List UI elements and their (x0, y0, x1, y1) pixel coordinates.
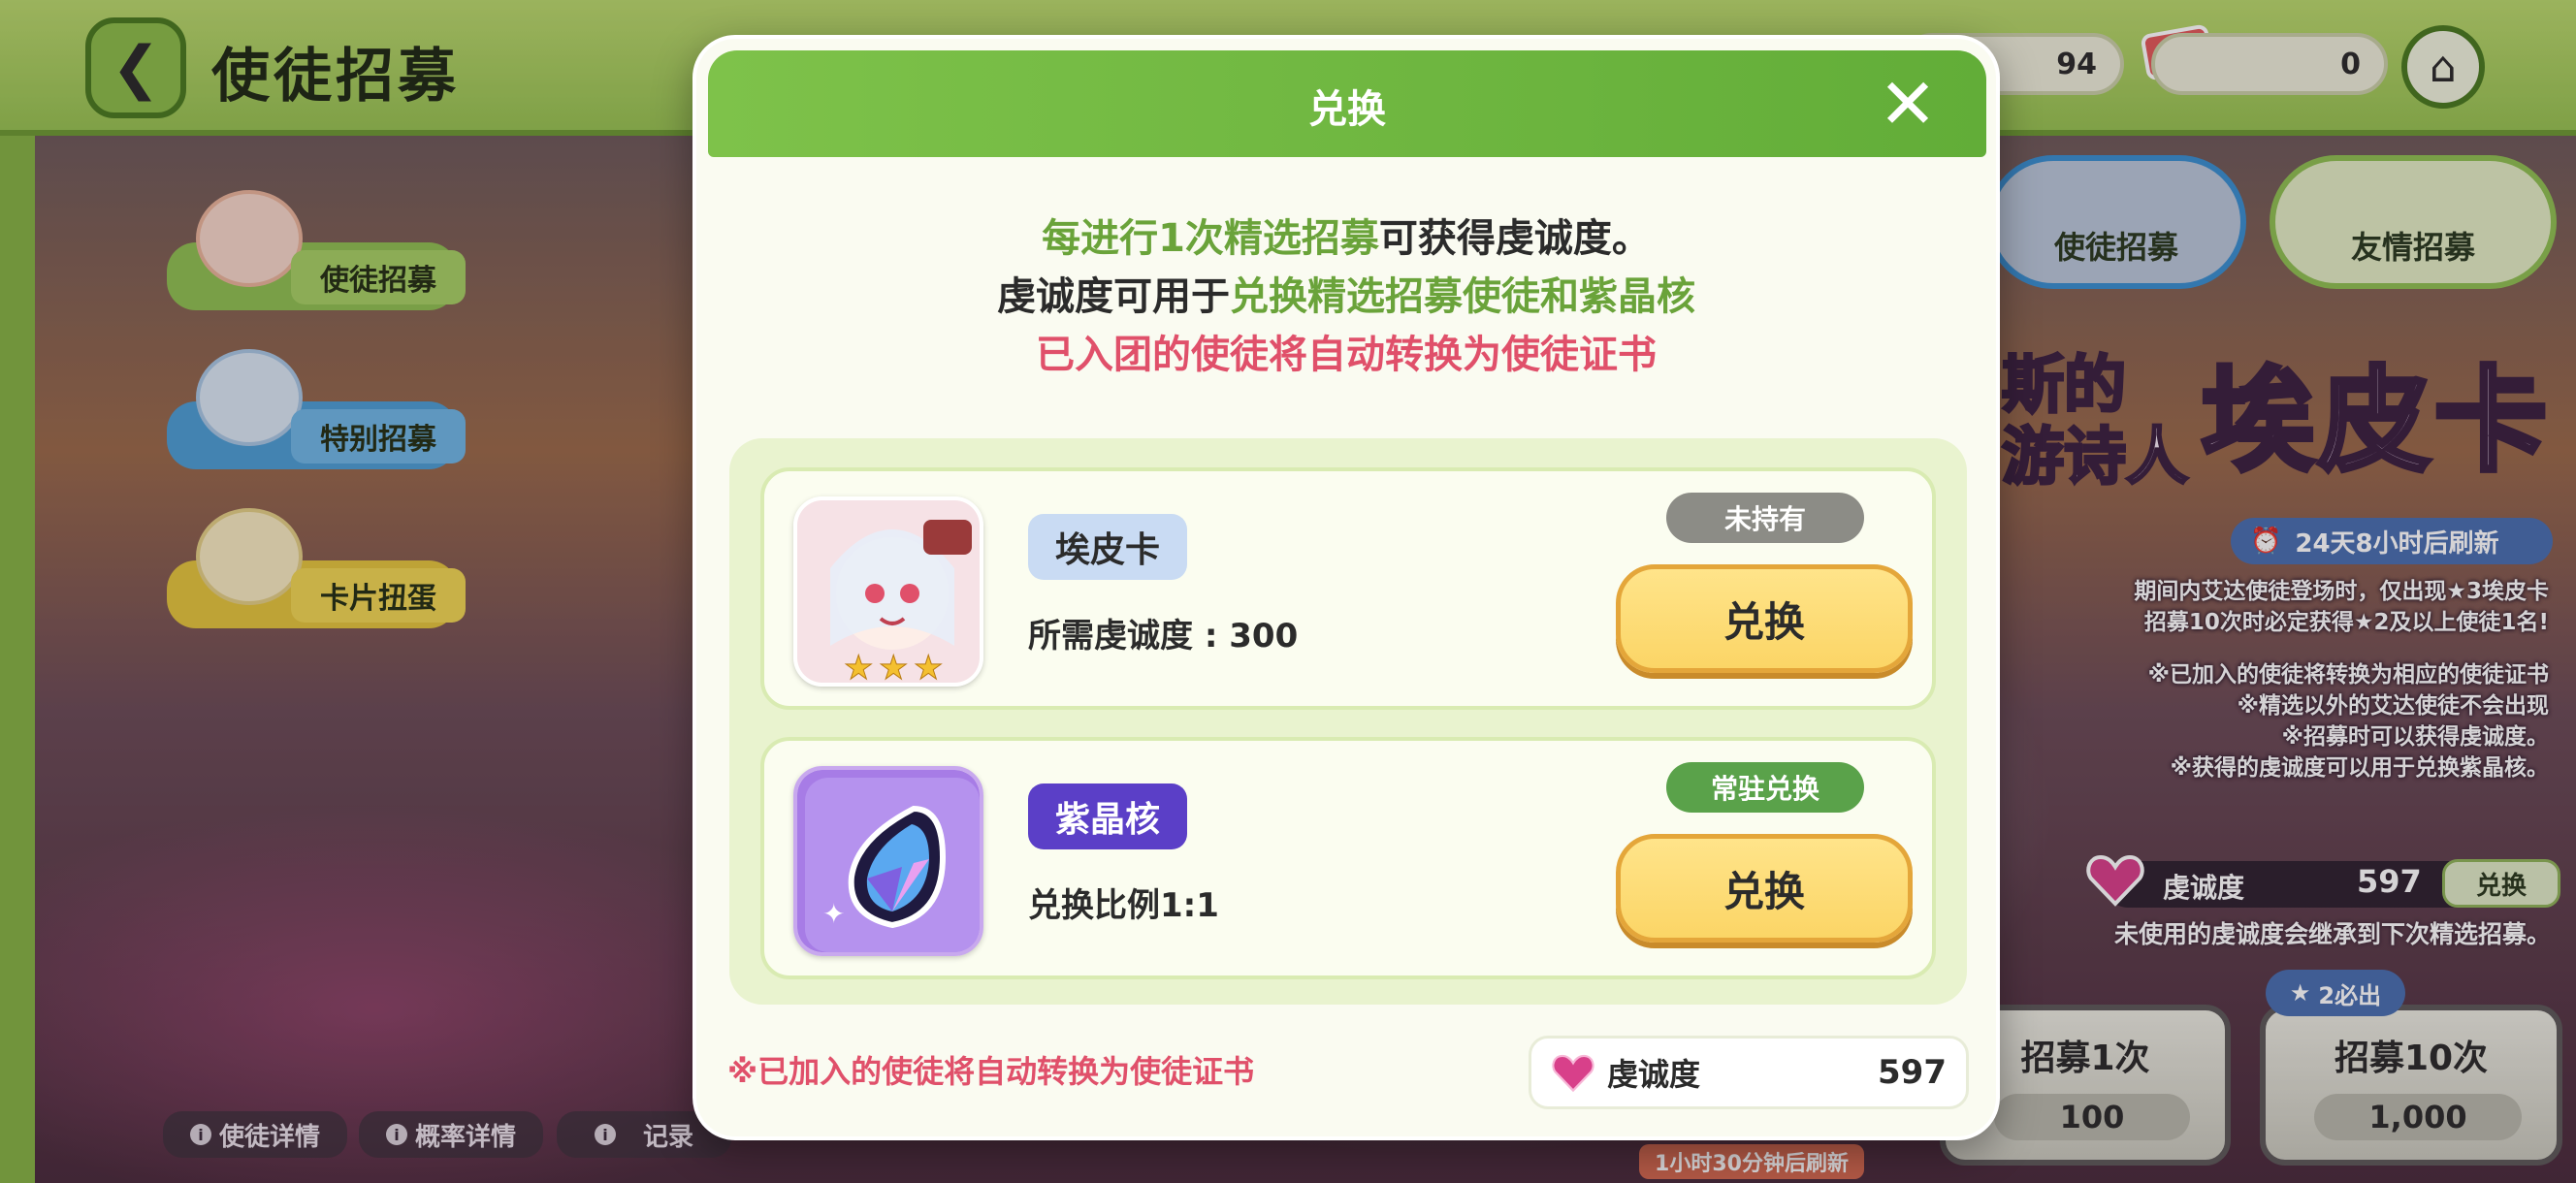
conversion-note: ※已加入的使徒将自动转换为使徒证书 (727, 1053, 1255, 1090)
svg-text:✦: ✦ (822, 898, 845, 930)
exchange-modal: 兑换 ✕ 每进行1次精选招募可获得虔诚度。 虔诚度可用于兑换精选招募使徒和紫晶核… (692, 35, 2000, 1140)
close-icon: ✕ (1878, 63, 1938, 144)
exchange-button[interactable]: 兑换 (1616, 564, 1913, 673)
close-button[interactable]: ✕ (1876, 63, 1940, 144)
exchange-button[interactable]: 兑换 (1616, 834, 1913, 943)
exchange-item-amethyst-core: ✦ 紫晶核 兑换比例1:1 常驻兑换 兑换 (760, 737, 1936, 979)
amethyst-core-icon: ✦ (793, 766, 983, 956)
exchange-description: 每进行1次精选招募可获得虔诚度。 虔诚度可用于兑换精选招募使徒和紫晶核 已入团的… (997, 216, 1695, 377)
item-name: 紫晶核 (1028, 783, 1188, 849)
status-badge: 常驻兑换 (1666, 762, 1864, 813)
svg-text:★: ★ (914, 649, 943, 687)
heart-gem-icon (1552, 1054, 1594, 1093)
svg-text:★: ★ (879, 649, 908, 687)
item-ratio: 兑换比例1:1 (1028, 886, 1219, 925)
status-badge: 未持有 (1666, 493, 1864, 543)
character-portrait: ★ ★ ★ (793, 496, 983, 687)
modal-header: 兑换 ✕ (708, 50, 1986, 157)
devotion-label: 虔诚度 (1607, 1056, 1701, 1093)
svg-text:★: ★ (844, 649, 873, 687)
item-requirement: 所需虔诚度 : 300 (1028, 617, 1299, 655)
exchange-list: ★ ★ ★ 埃皮卡 所需虔诚度 : 300 未持有 兑换 ✦ 紫晶核 兑换比例1… (729, 438, 1967, 1005)
modal-title: 兑换 (1308, 87, 1386, 132)
devotion-balance: 虔诚度 597 (1529, 1036, 1969, 1109)
devotion-value: 597 (1878, 1053, 1947, 1092)
item-name: 埃皮卡 (1028, 514, 1188, 580)
exchange-item-character: ★ ★ ★ 埃皮卡 所需虔诚度 : 300 未持有 兑换 (760, 467, 1936, 710)
